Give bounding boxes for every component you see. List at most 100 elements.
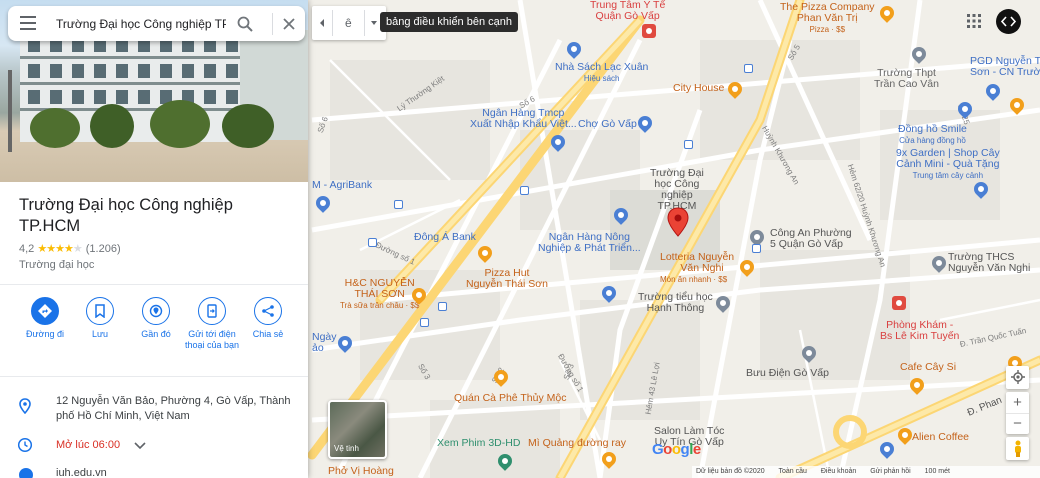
bus-stop-icon[interactable] [744, 64, 753, 73]
rating-stars-icon: ★★★★ [37, 243, 73, 255]
selected-place-pin-icon[interactable] [667, 207, 689, 237]
search-icon[interactable] [236, 15, 254, 33]
bus-stop-icon[interactable] [752, 244, 761, 253]
place-panel: Trường Đại học Công nghiệp TP.HCM 4,2 ★★… [0, 0, 308, 478]
bus-stop-icon[interactable] [368, 238, 377, 247]
location-pin-icon [19, 398, 31, 414]
terms-link[interactable]: Điều khoản [821, 468, 856, 475]
poi-label[interactable]: Quán Cà Phê Thủy Mộc [454, 393, 566, 404]
map-footer: Dữ liệu bản đồ ©2020 Toàn cầu Điều khoản… [692, 466, 1040, 478]
poi-label[interactable]: Trung Tâm Y Tế Quận Gò Vấp [590, 0, 665, 22]
global-link[interactable]: Toàn cầu [778, 468, 806, 475]
place-category[interactable]: Trường đại học [19, 259, 94, 271]
bus-stop-icon[interactable] [420, 318, 429, 327]
bus-stop-icon[interactable] [394, 200, 403, 209]
website-text: iuh.edu.vn [56, 467, 107, 478]
poi-label[interactable]: Trường Thpt Trần Cao Vân [874, 68, 939, 90]
poi-label[interactable]: Phở Vị Hoàng [328, 466, 394, 477]
poi-label[interactable]: Phòng Khám - Bs Lê Kim Tuyến [880, 320, 959, 342]
poi-label[interactable]: Trường tiểu học Hạnh Thông [638, 292, 713, 314]
hospital-icon[interactable] [642, 24, 656, 38]
star-empty-icon: ★ [72, 243, 83, 255]
poi-label[interactable]: The Pizza Company Phan Văn Trị Pizza · $$ [780, 2, 875, 35]
close-icon[interactable] [280, 15, 298, 33]
lamp-post [8, 70, 12, 152]
poi-label[interactable]: H&C NGUYỄN THÁI SƠN Trà sữa trân châu · $$ [340, 278, 419, 311]
poi-label[interactable]: Nhà Sách Lạc Xuân Hiệu sách [555, 62, 648, 84]
code-icon [1000, 16, 1017, 27]
scale-label[interactable]: 100 mét [925, 468, 950, 475]
university-label[interactable]: Trường Đại học Công nghiệp TP.HCM [650, 168, 704, 212]
poi-label[interactable]: Mì Quảng đường ray [528, 438, 626, 449]
my-location-button[interactable] [1006, 366, 1029, 389]
directions-button[interactable]: Đường đi [15, 297, 75, 340]
poi-label[interactable]: Pizza Hut Nguyễn Thái Sơn [466, 268, 548, 290]
clock-icon [17, 437, 33, 453]
panel-toggle-strip[interactable]: ê [312, 6, 386, 40]
nearby-icon [149, 304, 163, 318]
collapse-arrow-icon[interactable] [318, 18, 326, 28]
poi-label[interactable]: Xem Phim 3D-HD [437, 438, 520, 449]
poi-label[interactable]: City House [673, 83, 724, 94]
my-location-icon [1010, 370, 1025, 384]
bus-stop-icon[interactable] [438, 302, 447, 311]
menu-icon[interactable] [20, 16, 36, 30]
chevron-down-icon[interactable] [134, 442, 146, 450]
send-to-phone-icon [207, 304, 217, 318]
rating-value: 4,2 [19, 243, 35, 255]
poi-label[interactable]: Ngân Hàng Nông Nghiệp & Phát Triển... [538, 232, 641, 254]
divider [0, 284, 308, 285]
apps-grid-icon[interactable] [966, 13, 982, 29]
satellite-label: Vệ tinh [334, 444, 359, 453]
search-input[interactable] [56, 14, 226, 33]
hours-row[interactable]: Mở lúc 06:00 [17, 437, 299, 455]
account-avatar[interactable] [996, 9, 1021, 34]
address-text: 12 Nguyễn Văn Bảo, Phường 4, Gò Vấp, Thà… [56, 395, 291, 422]
poi-label[interactable]: M - AgriBank [312, 180, 372, 191]
feedback-link[interactable]: Gửi phản hồi [870, 468, 911, 475]
caret-down-icon[interactable] [370, 20, 378, 26]
poi-label[interactable]: Ngày ảo [312, 332, 337, 354]
satellite-layer-button[interactable]: Vệ tinh [328, 400, 387, 459]
poi-label[interactable]: Chợ Gò Vấp [578, 119, 637, 130]
zoom-in-button[interactable]: + [1006, 392, 1029, 413]
search-box[interactable] [8, 6, 305, 41]
divider [332, 10, 333, 36]
poi-label[interactable]: PGD Nguyễn T Sơn - CN Trườn [970, 56, 1040, 78]
poi-label[interactable]: Ngân Hàng Tmcp Xuất Nhập Khẩu Việt... [470, 108, 577, 130]
zoom-out-button[interactable]: − [1006, 413, 1029, 434]
nearby-button[interactable]: Gần đó [126, 297, 186, 340]
svg-text:ê: ê [345, 16, 352, 30]
poi-label[interactable]: Bưu Điện Gò Vấp [746, 368, 829, 379]
hours-status: Mở lúc 06:00 [56, 439, 121, 451]
save-label: Lưu [91, 329, 109, 339]
hospital-icon[interactable] [892, 296, 906, 310]
poi-label[interactable]: Trường THCS Nguyễn Văn Nghi [948, 252, 1030, 274]
poi-label[interactable]: Công An Phường 5 Quận Gò Vấp [770, 228, 852, 250]
divider [272, 13, 273, 35]
bus-stop-icon[interactable] [684, 140, 693, 149]
place-title: Trường Đại học Công nghiệp TP.HCM [19, 196, 233, 235]
poi-label[interactable]: Alien Coffee [912, 432, 969, 443]
share-button[interactable]: Chia sẻ [238, 297, 298, 340]
translate-icon[interactable]: ê [343, 15, 357, 31]
pegman-button[interactable] [1006, 437, 1029, 460]
send-to-phone-button[interactable]: Gửi tới điện thoại của bạn [182, 297, 242, 351]
nearby-label: Gần đó [141, 329, 171, 339]
zoom-control[interactable]: + − [1006, 392, 1029, 434]
poi-label[interactable]: Đồng hồ Smile Cửa hàng đồng hồ [898, 124, 967, 146]
poi-label[interactable]: Đông Á Bank [414, 232, 476, 243]
share-label: Chia sẻ [252, 329, 284, 339]
poi-label[interactable]: 9x Garden | Shop Cây Cảnh Mini - Quà Tặng… [896, 148, 1000, 181]
bookmark-icon [95, 304, 105, 318]
save-button[interactable]: Lưu [70, 297, 130, 340]
review-count[interactable]: (1.206) [86, 243, 121, 255]
globe-icon [19, 468, 33, 478]
rating-row[interactable]: 4,2 ★★★★★ (1.206) [19, 242, 121, 255]
map-data-credit: Dữ liệu bản đồ ©2020 [696, 468, 765, 475]
google-logo: Google [652, 441, 701, 458]
poi-label[interactable]: Cafe Cây Si [900, 362, 956, 373]
bus-stop-icon[interactable] [520, 186, 529, 195]
poi-label[interactable]: Lotteria Nguyễn Văn Nghi Món ăn nhanh · $… [660, 252, 734, 285]
divider [364, 10, 365, 36]
